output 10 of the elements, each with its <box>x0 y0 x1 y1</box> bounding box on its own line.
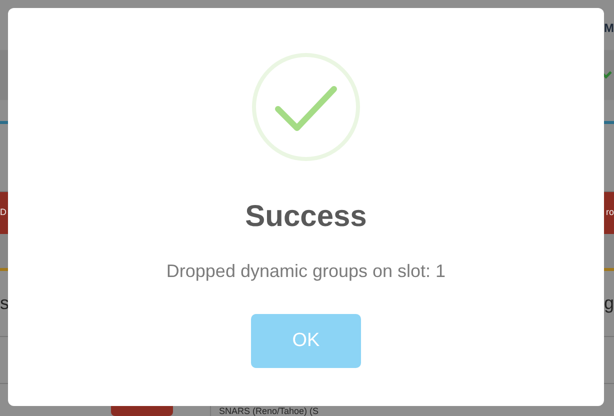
label-text: g <box>604 292 614 315</box>
success-check-icon <box>250 51 362 163</box>
dialog-message: Dropped dynamic groups on slot: 1 <box>166 260 446 283</box>
header-text: M <box>604 20 614 37</box>
table-cell: SNARS (Reno/Tahoe) (S <box>219 406 319 416</box>
ok-button[interactable]: OK <box>251 314 361 368</box>
button-text: D <box>0 206 6 220</box>
label-text: s <box>0 292 9 315</box>
dialog-title: Success <box>245 199 367 235</box>
button-text: ro <box>606 206 614 220</box>
